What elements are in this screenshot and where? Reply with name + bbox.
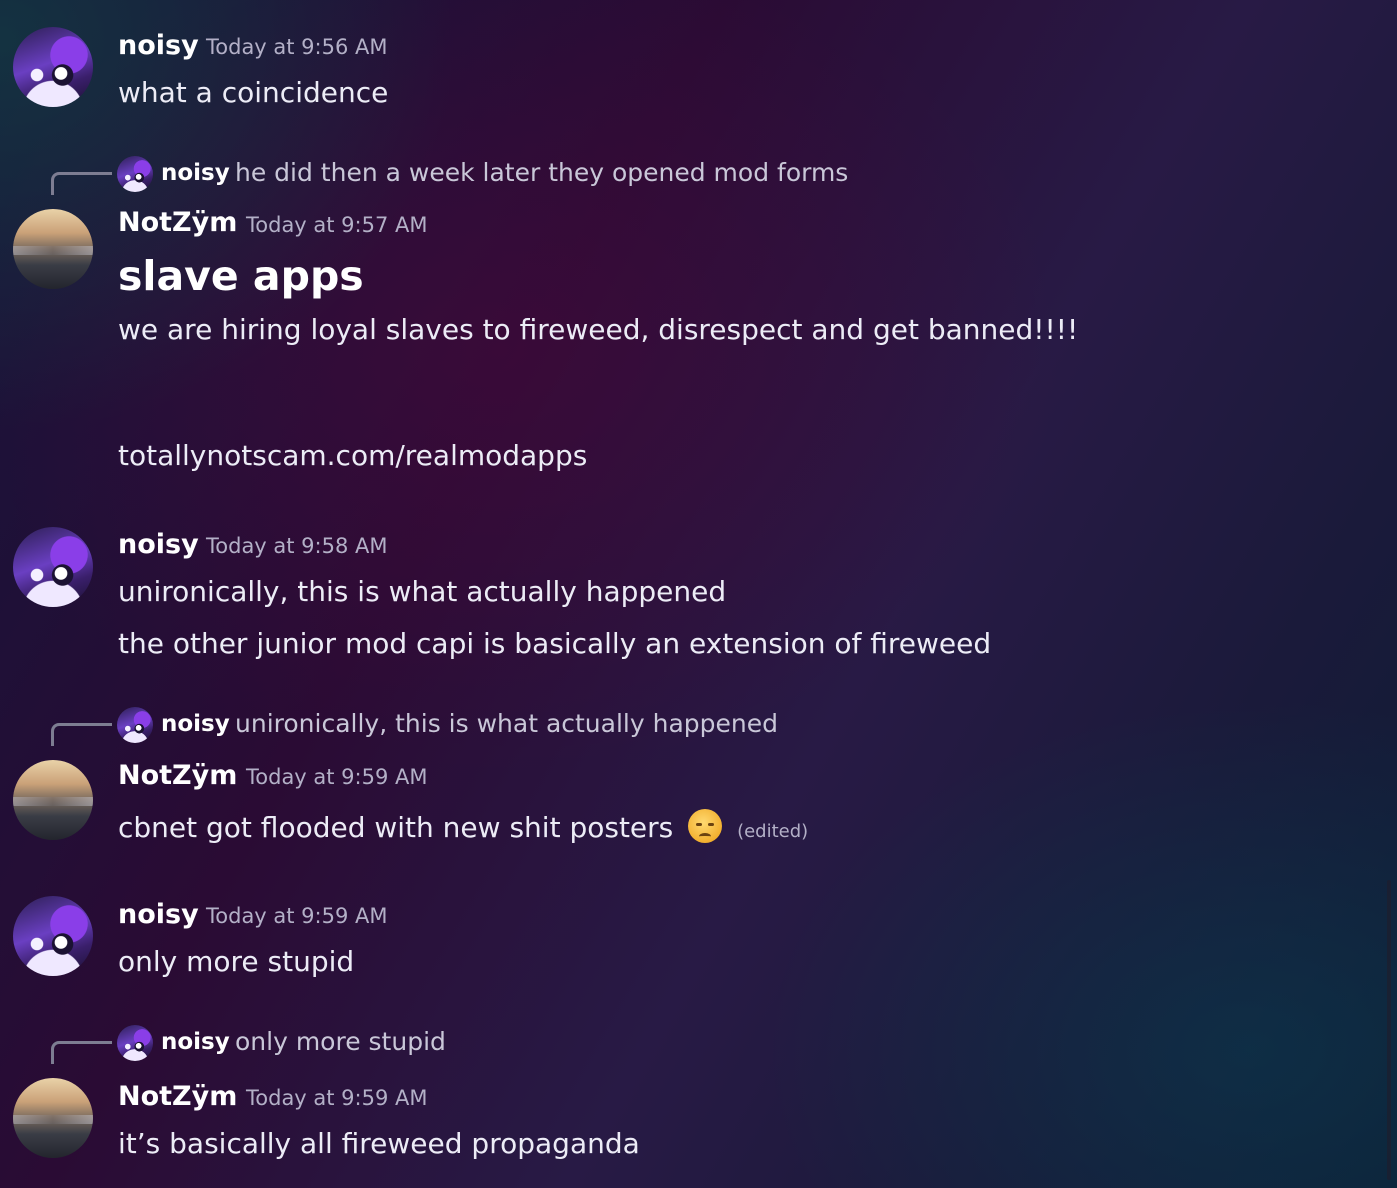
author-name[interactable]: noisy	[118, 899, 199, 930]
message-text: totallynotscam.com/realmodapps	[118, 439, 588, 472]
avatar[interactable]	[13, 527, 93, 607]
reply-text[interactable]: only more stupid	[235, 1027, 446, 1056]
reply-author-name[interactable]: noisy	[161, 711, 230, 737]
timestamp[interactable]: Today at 9:58 AM	[206, 534, 388, 558]
reply-author-name[interactable]: noisy	[161, 1029, 230, 1055]
timestamp[interactable]: Today at 9:56 AM	[206, 35, 388, 59]
message-text: the other junior mod capi is basically a…	[118, 627, 992, 660]
reply-avatar[interactable]	[117, 707, 153, 743]
timestamp[interactable]: Today at 9:57 AM	[246, 213, 428, 237]
message-text-row: cbnet got flooded with new shit posters …	[118, 809, 808, 844]
message-text: what a coincidence	[118, 76, 389, 109]
timestamp[interactable]: Today at 9:59 AM	[206, 904, 388, 928]
message-text: it’s basically all fireweed propaganda	[118, 1127, 640, 1160]
timestamp[interactable]: Today at 9:59 AM	[246, 1086, 428, 1110]
author-name[interactable]: noisy	[118, 30, 199, 61]
reply-connector	[51, 1041, 112, 1064]
scrollbar[interactable]	[1387, 880, 1391, 1180]
timestamp[interactable]: Today at 9:59 AM	[246, 765, 428, 789]
pensive-face-emoji-icon[interactable]	[688, 809, 723, 843]
reply-text[interactable]: he did then a week later they opened mod…	[235, 158, 848, 187]
reply-text[interactable]: unironically, this is what actually happ…	[235, 709, 778, 738]
message-text: we are hiring loyal slaves to fireweed, …	[118, 313, 1079, 346]
author-name[interactable]: NotZÿm	[118, 1081, 237, 1112]
avatar[interactable]	[13, 760, 93, 840]
reply-avatar[interactable]	[117, 156, 153, 192]
reply-avatar[interactable]	[117, 1025, 153, 1061]
reply-connector	[51, 723, 112, 746]
reply-author-name[interactable]: noisy	[161, 160, 230, 186]
edited-label: (edited)	[737, 821, 809, 842]
avatar[interactable]	[13, 27, 93, 107]
author-name[interactable]: NotZÿm	[118, 207, 237, 238]
message-heading: slave apps	[118, 252, 364, 300]
author-name[interactable]: noisy	[118, 529, 199, 560]
reply-connector	[51, 172, 112, 195]
message-text: unironically, this is what actually happ…	[118, 575, 727, 608]
message-text: cbnet got flooded with new shit posters	[118, 811, 674, 844]
avatar[interactable]	[13, 896, 93, 976]
avatar[interactable]	[13, 1078, 93, 1158]
author-name[interactable]: NotZÿm	[118, 760, 237, 791]
message-text: only more stupid	[118, 945, 355, 978]
avatar[interactable]	[13, 209, 93, 289]
